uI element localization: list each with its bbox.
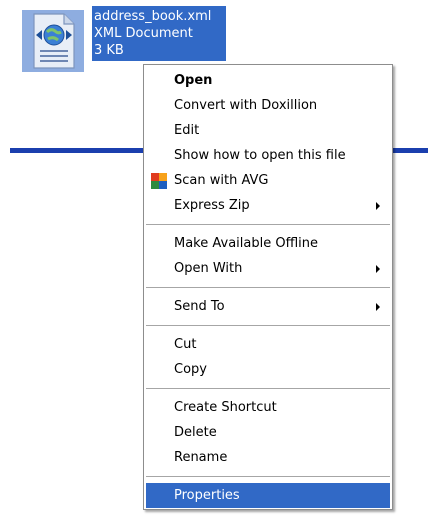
menu-separator	[146, 224, 390, 225]
menu-item-label: Convert with Doxillion	[174, 98, 318, 113]
menu-item-label: Rename	[174, 450, 228, 465]
menu-separator	[146, 287, 390, 288]
menu-item-make-available-offline[interactable]: Make Available Offline	[146, 231, 390, 256]
menu-item-open-with[interactable]: Open With	[146, 256, 390, 281]
menu-separator	[146, 325, 390, 326]
context-menu: Open Convert with Doxillion Edit Show how t…	[143, 64, 393, 510]
menu-item-send-to[interactable]: Send To	[146, 294, 390, 319]
file-label[interactable]: address_book.xml XML Document 3 KB	[92, 6, 226, 61]
submenu-arrow-icon	[376, 202, 380, 210]
file-name: address_book.xml	[94, 9, 212, 24]
file-size: 3 KB	[94, 43, 124, 58]
menu-item-label: Copy	[174, 362, 207, 377]
menu-item-label: Delete	[174, 425, 217, 440]
menu-item-label: Edit	[174, 123, 200, 138]
file-type: XML Document	[94, 26, 193, 41]
menu-item-cut[interactable]: Cut	[146, 332, 390, 357]
menu-item-show-how-to-open-this-file[interactable]: Show how to open this file	[146, 143, 390, 168]
submenu-arrow-icon	[376, 303, 380, 311]
submenu-arrow-icon	[376, 265, 380, 273]
menu-item-label: Create Shortcut	[174, 400, 277, 415]
menu-item-express-zip[interactable]: Express Zip	[146, 193, 390, 218]
menu-item-label: Show how to open this file	[174, 148, 346, 163]
xml-document-icon[interactable]	[20, 8, 86, 74]
menu-item-label: Make Available Offline	[174, 236, 319, 251]
avg-icon	[151, 173, 167, 189]
menu-item-open[interactable]: Open	[146, 68, 390, 93]
menu-separator	[146, 476, 390, 477]
menu-item-label: Properties	[174, 488, 240, 503]
menu-item-properties[interactable]: Properties	[146, 483, 390, 508]
menu-item-label: Open	[174, 73, 213, 88]
menu-item-label: Cut	[174, 337, 197, 352]
menu-item-label: Open With	[174, 261, 243, 276]
menu-item-scan-with-avg[interactable]: Scan with AVG	[146, 168, 390, 193]
menu-item-label: Scan with AVG	[174, 173, 269, 188]
menu-separator	[146, 388, 390, 389]
menu-item-label: Send To	[174, 299, 225, 314]
menu-item-delete[interactable]: Delete	[146, 420, 390, 445]
menu-item-convert-with-doxillion[interactable]: Convert with Doxillion	[146, 93, 390, 118]
menu-item-copy[interactable]: Copy	[146, 357, 390, 382]
menu-item-rename[interactable]: Rename	[146, 445, 390, 470]
menu-item-create-shortcut[interactable]: Create Shortcut	[146, 395, 390, 420]
menu-item-label: Express Zip	[174, 198, 250, 213]
menu-item-edit[interactable]: Edit	[146, 118, 390, 143]
